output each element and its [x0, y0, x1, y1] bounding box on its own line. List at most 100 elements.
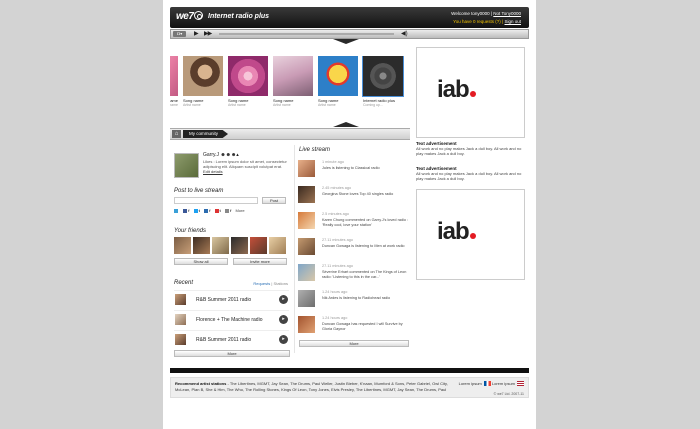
share-bird-icon[interactable] — [174, 208, 179, 213]
friend-avatar[interactable] — [269, 237, 286, 254]
twitter-icon[interactable]: t — [193, 208, 200, 213]
friend-avatar[interactable] — [250, 237, 267, 254]
tab-my-community[interactable]: My community — [183, 130, 229, 138]
page: we7 Internet radio plus Welcome tony0000… — [163, 0, 536, 429]
recommended-stations: Recommend artist stations - The Libertin… — [175, 381, 458, 392]
section-bar: ⌂ My community — [170, 128, 410, 140]
iab-logo-text: iab — [437, 76, 470, 103]
stream-text: Nik Ardes is listening to Radiohead radi… — [322, 296, 391, 300]
play-icon[interactable]: ▶ — [194, 30, 199, 38]
friend-avatar[interactable] — [212, 237, 229, 254]
not-user-link[interactable]: Not Tony0000 — [493, 11, 521, 16]
stream-time: 27.11 minutes ago — [322, 264, 353, 268]
more-share-link[interactable]: More — [235, 208, 244, 213]
avatar[interactable] — [298, 316, 315, 333]
share-label: f — [209, 208, 211, 213]
stream-item: 27.11 minutes ago Séverine Erhart commen… — [298, 263, 410, 287]
play-icon[interactable]: ▸ — [279, 315, 288, 324]
tab-requests[interactable]: Requests — [253, 281, 270, 286]
friends-strip — [174, 237, 289, 254]
edit-details-link[interactable]: Edit details — [203, 169, 223, 174]
us-flag-icon[interactable] — [517, 381, 524, 386]
carousel-tile-radio[interactable]: Internet radio plus Coming up... — [362, 56, 404, 107]
tab-separator: | — [271, 281, 273, 286]
footer-divider — [170, 368, 529, 373]
carousel-tile[interactable]: Song name Artist name — [228, 56, 268, 107]
stream-text: Jules is listening to Classical radio — [322, 166, 380, 170]
stream-item: 1 minute ago Jules is listening to Class… — [298, 159, 410, 183]
live-stream-heading: Live stream — [299, 147, 331, 153]
we7-logo[interactable]: we7 — [176, 11, 204, 22]
stream-time: 2.45 minutes ago — [322, 186, 352, 190]
progress-track[interactable] — [219, 33, 394, 35]
language-link[interactable]: Lorem ipsum — [492, 381, 515, 386]
share-label: f — [188, 208, 190, 213]
avatar[interactable] — [298, 238, 315, 255]
post-button[interactable]: Post — [262, 197, 286, 204]
artist-name: name — [170, 103, 178, 107]
radio-menu-icon[interactable]: ☊▾ — [173, 31, 186, 37]
album-art — [318, 56, 358, 96]
recent-row[interactable]: R&B Summer 2011 radio ▸ — [174, 330, 289, 347]
carousel-tile[interactable]: Song name Artist name — [318, 56, 358, 107]
home-icon[interactable]: ⌂ — [172, 130, 181, 138]
live-stream-more-button[interactable]: More — [299, 340, 409, 347]
play-icon[interactable]: ▸ — [279, 295, 288, 304]
post-input[interactable] — [174, 197, 258, 204]
recent-tabs: Requests | Stations — [253, 281, 288, 286]
friend-avatar[interactable] — [193, 237, 210, 254]
invite-more-button[interactable]: Invite more — [233, 258, 287, 265]
play-icon[interactable]: ▸ — [279, 335, 288, 344]
carousel-tile[interactable]: name name — [170, 56, 178, 107]
avatar[interactable] — [298, 160, 315, 177]
text-ad[interactable]: Text advertisement All work and no play … — [416, 166, 527, 181]
friend-avatar[interactable] — [231, 237, 248, 254]
facebook-icon[interactable]: f — [183, 208, 189, 213]
station-name: Florence + The Machine radio — [196, 317, 263, 323]
top-bar: we7 Internet radio plus Welcome tony0000… — [170, 7, 529, 28]
app-title: Internet radio plus — [208, 13, 270, 20]
avatar[interactable] — [174, 153, 199, 178]
recent-row[interactable]: R&B Summer 2011 radio ▸ — [174, 290, 289, 307]
friends-heading: Your friends — [174, 228, 207, 234]
station-carousel: name name Song name Artist name Song nam… — [170, 56, 410, 116]
requests-link[interactable]: You have 0 requests (?) | — [453, 19, 503, 24]
fast-forward-icon[interactable]: ▶▶ — [204, 30, 212, 38]
language-selector: Lorem ipsum Lorem ipsum — [459, 381, 524, 386]
share-icon-grey[interactable]: f — [225, 208, 231, 213]
share-icon-red[interactable]: t — [214, 208, 221, 213]
carousel-tile[interactable]: Song name Artist name — [273, 56, 313, 107]
french-flag-icon[interactable] — [483, 381, 491, 386]
tab-stations[interactable]: Stations — [274, 281, 288, 286]
stream-text: Georgina Stone loves Top 40 singles radi… — [322, 192, 394, 196]
recent-more-button[interactable]: More — [174, 350, 290, 357]
logo-text: we7 — [176, 11, 194, 22]
stream-text: Karen Chung commented on Garry.J's loved… — [322, 218, 409, 227]
sign-out-link[interactable]: Sign out — [504, 19, 521, 24]
iab-logo-text: iab — [437, 218, 470, 245]
display-ad[interactable]: iab — [416, 189, 525, 280]
artist-name: Artist name — [228, 103, 246, 107]
footer-label: Recommend artist stations — [175, 381, 227, 386]
expand-notch[interactable] — [333, 122, 359, 127]
share-icon-blue[interactable]: f — [204, 208, 210, 213]
stream-text: Duncan Gowaga has requested I will Survi… — [322, 322, 403, 331]
collapse-notch[interactable] — [333, 39, 359, 44]
display-ad[interactable]: iab — [416, 47, 525, 138]
avatar[interactable] — [298, 186, 315, 203]
share-label: f — [230, 208, 232, 213]
carousel-tile[interactable]: Song name Artist name — [183, 56, 223, 107]
text-ad[interactable]: Text advertisement All work and no play … — [416, 141, 527, 156]
copyright: © we7 Ltd. 2007-11 — [493, 392, 524, 396]
avatar[interactable] — [298, 212, 315, 229]
show-all-button[interactable]: Show all — [174, 258, 228, 265]
stream-time: 2.5 minutes ago — [322, 212, 350, 216]
album-art — [273, 56, 313, 96]
language-link[interactable]: Lorem ipsum — [459, 381, 482, 386]
recent-row[interactable]: Florence + The Machine radio ▸ — [174, 310, 289, 327]
volume-icon[interactable]: ◀) — [401, 30, 408, 38]
avatar[interactable] — [298, 264, 315, 281]
avatar[interactable] — [298, 290, 315, 307]
friend-avatar[interactable] — [174, 237, 191, 254]
profile-name-text: Garry.J — [203, 152, 220, 158]
